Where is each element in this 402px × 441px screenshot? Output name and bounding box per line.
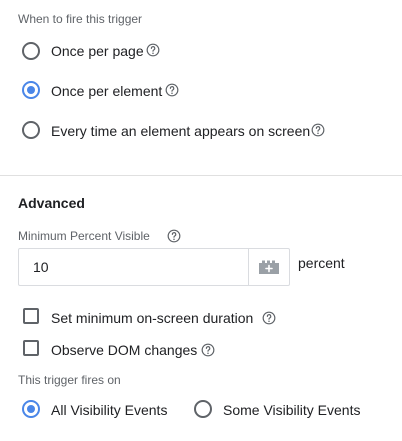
help-icon[interactable]: [262, 311, 276, 325]
radio-every-time-element-appears[interactable]: [22, 121, 40, 139]
help-icon[interactable]: [201, 343, 215, 357]
radio-all-visibility-events[interactable]: [22, 400, 40, 418]
help-icon[interactable]: [311, 123, 325, 137]
checkbox-label-min-onscreen-duration[interactable]: Set minimum on-screen duration: [51, 310, 253, 326]
min-percent-input-group: [18, 248, 290, 286]
checkbox-label-observe-dom-changes[interactable]: Observe DOM changes: [51, 342, 197, 358]
help-icon[interactable]: [167, 229, 181, 243]
percent-suffix-label: percent: [298, 255, 345, 271]
radio-label-once-per-page[interactable]: Once per page: [51, 43, 144, 59]
fires-on-section-label: This trigger fires on: [18, 373, 121, 387]
help-icon[interactable]: [165, 83, 179, 97]
checkbox-min-onscreen-duration[interactable]: [23, 308, 39, 324]
section-divider: [0, 175, 402, 176]
advanced-heading: Advanced: [18, 195, 85, 211]
radio-label-every-time-element-appears[interactable]: Every time an element appears on screen: [51, 123, 310, 139]
radio-once-per-element[interactable]: [22, 81, 40, 99]
radio-some-visibility-events[interactable]: [194, 400, 212, 418]
fire-trigger-section-label: When to fire this trigger: [18, 12, 143, 26]
variable-picker-button[interactable]: [249, 249, 289, 285]
radio-label-once-per-element[interactable]: Once per element: [51, 83, 162, 99]
help-icon[interactable]: [146, 43, 160, 57]
min-percent-visible-label: Minimum Percent Visible: [18, 229, 150, 243]
radio-once-per-page[interactable]: [22, 42, 40, 60]
min-percent-input[interactable]: [19, 249, 248, 285]
checkbox-observe-dom-changes[interactable]: [23, 340, 39, 356]
radio-label-all-visibility-events[interactable]: All Visibility Events: [51, 402, 167, 418]
variable-block-icon: [258, 259, 280, 275]
radio-label-some-visibility-events[interactable]: Some Visibility Events: [223, 402, 360, 418]
